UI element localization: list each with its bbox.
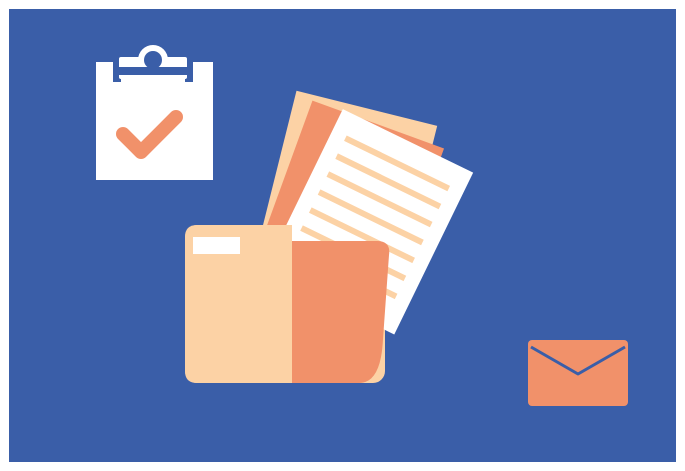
folder-documents-icon [185, 90, 474, 383]
illustration-frame [0, 0, 685, 471]
illustration-canvas [96, 45, 628, 406]
clipboard-ring-hole [144, 51, 162, 69]
envelope-icon [528, 340, 628, 406]
illustration-panel [9, 9, 676, 462]
folder-tab-label [193, 237, 240, 254]
clipboard-clip-band [119, 67, 187, 75]
folder-front-right [292, 241, 390, 383]
clipboard-check-icon [96, 45, 213, 180]
